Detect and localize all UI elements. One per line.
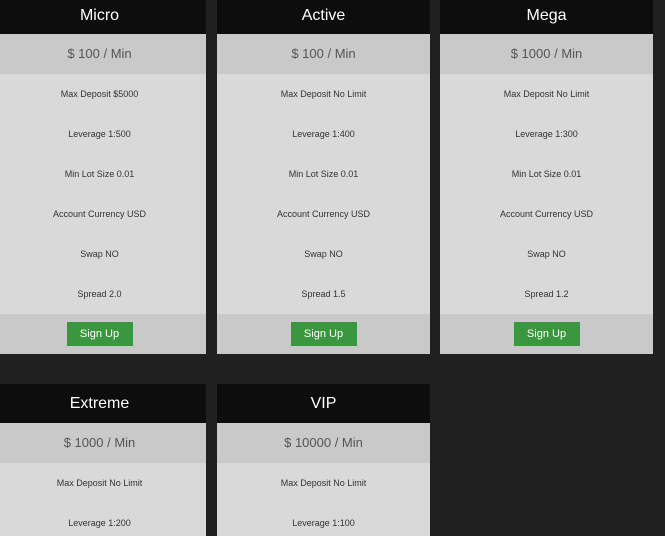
plan-price: $ 100 / Min [0, 34, 206, 74]
sign-up-button[interactable]: Sign Up [290, 322, 357, 346]
sign-up-button[interactable]: Sign Up [66, 322, 133, 346]
plan-feature-swap: Swap NO [80, 249, 119, 259]
plan-feature-spread: Spread 1.2 [524, 289, 569, 299]
plan-footer: Sign Up [217, 314, 430, 354]
plan-title: Active [217, 0, 430, 34]
plan-price: $ 10000 / Min [217, 423, 430, 463]
plan-feature-swap: Swap NO [527, 249, 566, 259]
plan-card-extreme: Extreme $ 1000 / Min Max Deposit No Limi… [0, 384, 206, 536]
plan-feature-max-deposit: Max Deposit $5000 [60, 89, 139, 99]
plan-feature-max-deposit: Max Deposit No Limit [503, 89, 590, 99]
plan-card-micro: Micro $ 100 / Min Max Deposit $5000 Leve… [0, 0, 206, 354]
plan-feature-account-currency: Account Currency USD [276, 209, 371, 219]
plan-feature-leverage: Leverage 1:100 [292, 518, 355, 528]
plan-feature-account-currency: Account Currency USD [52, 209, 147, 219]
plan-title: Extreme [0, 384, 206, 423]
plan-feature-min-lot-size: Min Lot Size 0.01 [511, 169, 582, 179]
plan-title: VIP [217, 384, 430, 423]
plan-footer: Sign Up [0, 314, 206, 354]
plan-feature-max-deposit: Max Deposit No Limit [280, 478, 367, 488]
plan-feature-leverage: Leverage 1:400 [292, 129, 355, 139]
plan-card-vip: VIP $ 10000 / Min Max Deposit No Limit L… [217, 384, 430, 536]
plan-feature-min-lot-size: Min Lot Size 0.01 [288, 169, 359, 179]
plan-feature-max-deposit: Max Deposit No Limit [56, 478, 143, 488]
plan-price: $ 1000 / Min [440, 34, 653, 74]
plan-title: Mega [440, 0, 653, 34]
plan-feature-spread: Spread 2.0 [77, 289, 122, 299]
plan-feature-spread: Spread 1.5 [301, 289, 346, 299]
plan-feature-leverage: Leverage 1:200 [68, 518, 131, 528]
plan-card-active: Active $ 100 / Min Max Deposit No Limit … [217, 0, 430, 354]
plan-footer: Sign Up [440, 314, 653, 354]
plan-price: $ 100 / Min [217, 34, 430, 74]
plan-feature-max-deposit: Max Deposit No Limit [280, 89, 367, 99]
plan-feature-leverage: Leverage 1:300 [515, 129, 578, 139]
sign-up-button[interactable]: Sign Up [513, 322, 580, 346]
plan-price: $ 1000 / Min [0, 423, 206, 463]
plan-feature-account-currency: Account Currency USD [499, 209, 594, 219]
plan-feature-leverage: Leverage 1:500 [68, 129, 131, 139]
plan-feature-min-lot-size: Min Lot Size 0.01 [64, 169, 135, 179]
plan-feature-swap: Swap NO [304, 249, 343, 259]
plan-card-mega: Mega $ 1000 / Min Max Deposit No Limit L… [440, 0, 653, 354]
plan-title: Micro [0, 0, 206, 34]
